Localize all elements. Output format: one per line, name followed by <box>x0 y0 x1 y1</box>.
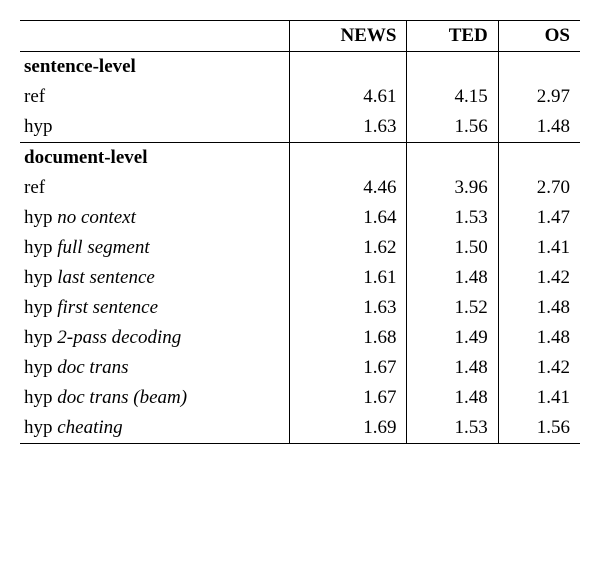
empty-cell <box>498 143 580 174</box>
cell-os: 1.48 <box>498 323 580 353</box>
section-header: document-level <box>20 143 290 174</box>
cell-news: 1.67 <box>290 383 407 413</box>
section-header: sentence-level <box>20 52 290 83</box>
col-header-os: OS <box>498 21 580 52</box>
table-row: hyp last sentence 1.61 1.48 1.42 <box>20 263 580 293</box>
row-label-pre: hyp <box>24 297 57 318</box>
empty-cell <box>290 52 407 83</box>
cell-news: 1.68 <box>290 323 407 353</box>
cell-news: 1.64 <box>290 203 407 233</box>
cell-os: 2.70 <box>498 173 580 203</box>
cell-os: 1.41 <box>498 383 580 413</box>
cell-os: 1.47 <box>498 203 580 233</box>
cell-ted: 1.56 <box>407 112 498 143</box>
row-label-pre: hyp <box>24 387 57 408</box>
row-label-italic: doc trans (beam) <box>57 387 187 408</box>
empty-cell <box>290 143 407 174</box>
table-row: ref 4.46 3.96 2.70 <box>20 173 580 203</box>
row-label: hyp 2-pass decoding <box>20 323 290 353</box>
col-header-blank <box>20 21 290 52</box>
row-label-pre: hyp <box>24 417 57 438</box>
row-label-pre: hyp <box>24 327 57 348</box>
row-label: hyp cheating <box>20 413 290 444</box>
row-label-pre: hyp <box>24 357 57 378</box>
cell-news: 1.61 <box>290 263 407 293</box>
table-row: ref 4.61 4.15 2.97 <box>20 82 580 112</box>
cell-news: 1.63 <box>290 293 407 323</box>
cell-news: 1.67 <box>290 353 407 383</box>
row-label: hyp full segment <box>20 233 290 263</box>
table-row: hyp full segment 1.62 1.50 1.41 <box>20 233 580 263</box>
cell-ted: 1.52 <box>407 293 498 323</box>
row-label-italic: doc trans <box>57 357 128 378</box>
row-label: hyp last sentence <box>20 263 290 293</box>
row-label-italic: full segment <box>57 237 149 258</box>
cell-news: 1.62 <box>290 233 407 263</box>
cell-os: 1.48 <box>498 112 580 143</box>
cell-news: 4.61 <box>290 82 407 112</box>
cell-news: 4.46 <box>290 173 407 203</box>
cell-os: 1.48 <box>498 293 580 323</box>
col-header-news: NEWS <box>290 21 407 52</box>
table-row: hyp 2-pass decoding 1.68 1.49 1.48 <box>20 323 580 353</box>
table-row: hyp doc trans 1.67 1.48 1.42 <box>20 353 580 383</box>
cell-os: 1.42 <box>498 263 580 293</box>
row-label: ref <box>20 82 290 112</box>
row-label-pre: hyp <box>24 207 57 228</box>
row-label-italic: 2-pass decoding <box>57 327 181 348</box>
cell-ted: 1.53 <box>407 413 498 444</box>
row-label: hyp <box>20 112 290 143</box>
cell-ted: 3.96 <box>407 173 498 203</box>
cell-ted: 4.15 <box>407 82 498 112</box>
cell-os: 1.56 <box>498 413 580 444</box>
cell-news: 1.63 <box>290 112 407 143</box>
row-label: hyp doc trans <box>20 353 290 383</box>
row-label: hyp doc trans (beam) <box>20 383 290 413</box>
row-label-pre: hyp <box>24 267 57 288</box>
cell-os: 1.42 <box>498 353 580 383</box>
row-label-italic: first sentence <box>57 297 158 318</box>
row-label-italic: no context <box>57 207 136 228</box>
empty-cell <box>498 52 580 83</box>
table-row: hyp 1.63 1.56 1.48 <box>20 112 580 143</box>
table-row: hyp no context 1.64 1.53 1.47 <box>20 203 580 233</box>
col-header-ted: TED <box>407 21 498 52</box>
empty-cell <box>407 52 498 83</box>
cell-os: 2.97 <box>498 82 580 112</box>
section-header-row: document-level <box>20 143 580 174</box>
row-label-italic: cheating <box>57 417 122 438</box>
row-label: hyp first sentence <box>20 293 290 323</box>
row-label-italic: last sentence <box>57 267 155 288</box>
cell-ted: 1.48 <box>407 383 498 413</box>
cell-ted: 1.53 <box>407 203 498 233</box>
cell-ted: 1.50 <box>407 233 498 263</box>
cell-ted: 1.49 <box>407 323 498 353</box>
row-label: ref <box>20 173 290 203</box>
cell-ted: 1.48 <box>407 353 498 383</box>
cell-os: 1.41 <box>498 233 580 263</box>
section-header-row: sentence-level <box>20 52 580 83</box>
row-label-pre: hyp <box>24 237 57 258</box>
row-label: hyp no context <box>20 203 290 233</box>
table-row: hyp doc trans (beam) 1.67 1.48 1.41 <box>20 383 580 413</box>
table-row: hyp first sentence 1.63 1.52 1.48 <box>20 293 580 323</box>
table-row: hyp cheating 1.69 1.53 1.56 <box>20 413 580 444</box>
empty-cell <box>407 143 498 174</box>
cell-news: 1.69 <box>290 413 407 444</box>
cell-ted: 1.48 <box>407 263 498 293</box>
results-table: NEWS TED OS sentence-level ref 4.61 4.15… <box>20 20 580 444</box>
